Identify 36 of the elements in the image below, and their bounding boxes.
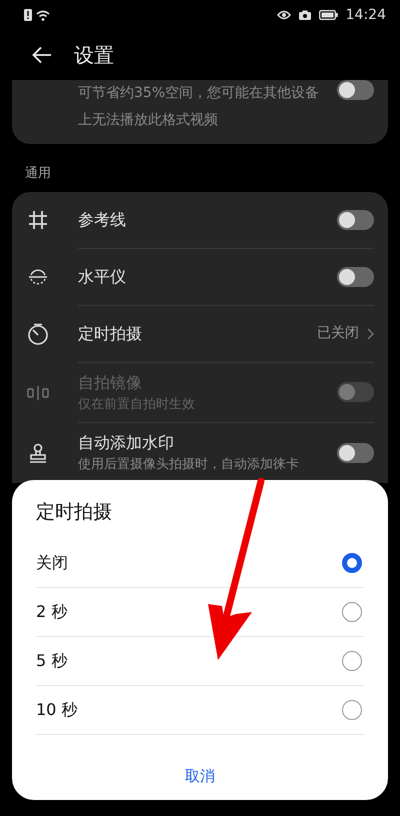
battery-icon: [318, 10, 338, 20]
settings-row[interactable]: 参考线: [12, 192, 388, 248]
setting-description: 可节省约35%空间，您可能在其他设备上无法播放此格式视频: [78, 84, 320, 130]
timer-icon: [26, 322, 50, 346]
toggle-switch[interactable]: [337, 210, 374, 230]
cancel-button[interactable]: 取消: [169, 758, 231, 793]
notification-icon: [24, 9, 32, 21]
toggle-switch[interactable]: [337, 80, 374, 100]
radio-button[interactable]: [342, 602, 362, 622]
wifi-icon: [36, 10, 50, 20]
radio-option[interactable]: 关闭: [36, 538, 364, 588]
page-title: 设置: [74, 42, 114, 69]
chevron-right-icon[interactable]: [367, 328, 374, 340]
radio-button[interactable]: [342, 650, 362, 670]
toggle-switch[interactable]: [337, 442, 374, 463]
setting-description: 仅在前置自拍时生效: [78, 396, 196, 414]
eye-icon: [276, 10, 291, 20]
setting-label: 水平仪: [78, 266, 127, 288]
setting-value: 已关闭: [317, 324, 359, 343]
setting-description: 使用后置摄像头拍摄时，自动添加徕卡: [78, 456, 300, 474]
status-time: 14:24: [346, 6, 386, 24]
toggle-switch[interactable]: [337, 266, 374, 286]
setting-label: 参考线: [78, 208, 127, 230]
setting-label: 自拍镜像: [78, 372, 143, 394]
radio-option[interactable]: 10 秒: [36, 686, 364, 734]
grid-icon: [26, 208, 50, 232]
settings-row[interactable]: 自动添加水印 使用后置摄像头拍摄时，自动添加徕卡: [12, 423, 388, 482]
setting-label: 定时拍摄: [78, 322, 143, 344]
radio-button[interactable]: [342, 700, 362, 720]
section-title: 通用: [24, 165, 52, 183]
dialog-title: 定时拍摄: [36, 500, 113, 525]
setting-label: 自动添加水印: [78, 432, 175, 454]
radio-button[interactable]: [342, 552, 362, 572]
camera-icon: [298, 10, 311, 20]
settings-row[interactable]: 水平仪: [12, 248, 388, 306]
back-icon[interactable]: [32, 46, 52, 64]
